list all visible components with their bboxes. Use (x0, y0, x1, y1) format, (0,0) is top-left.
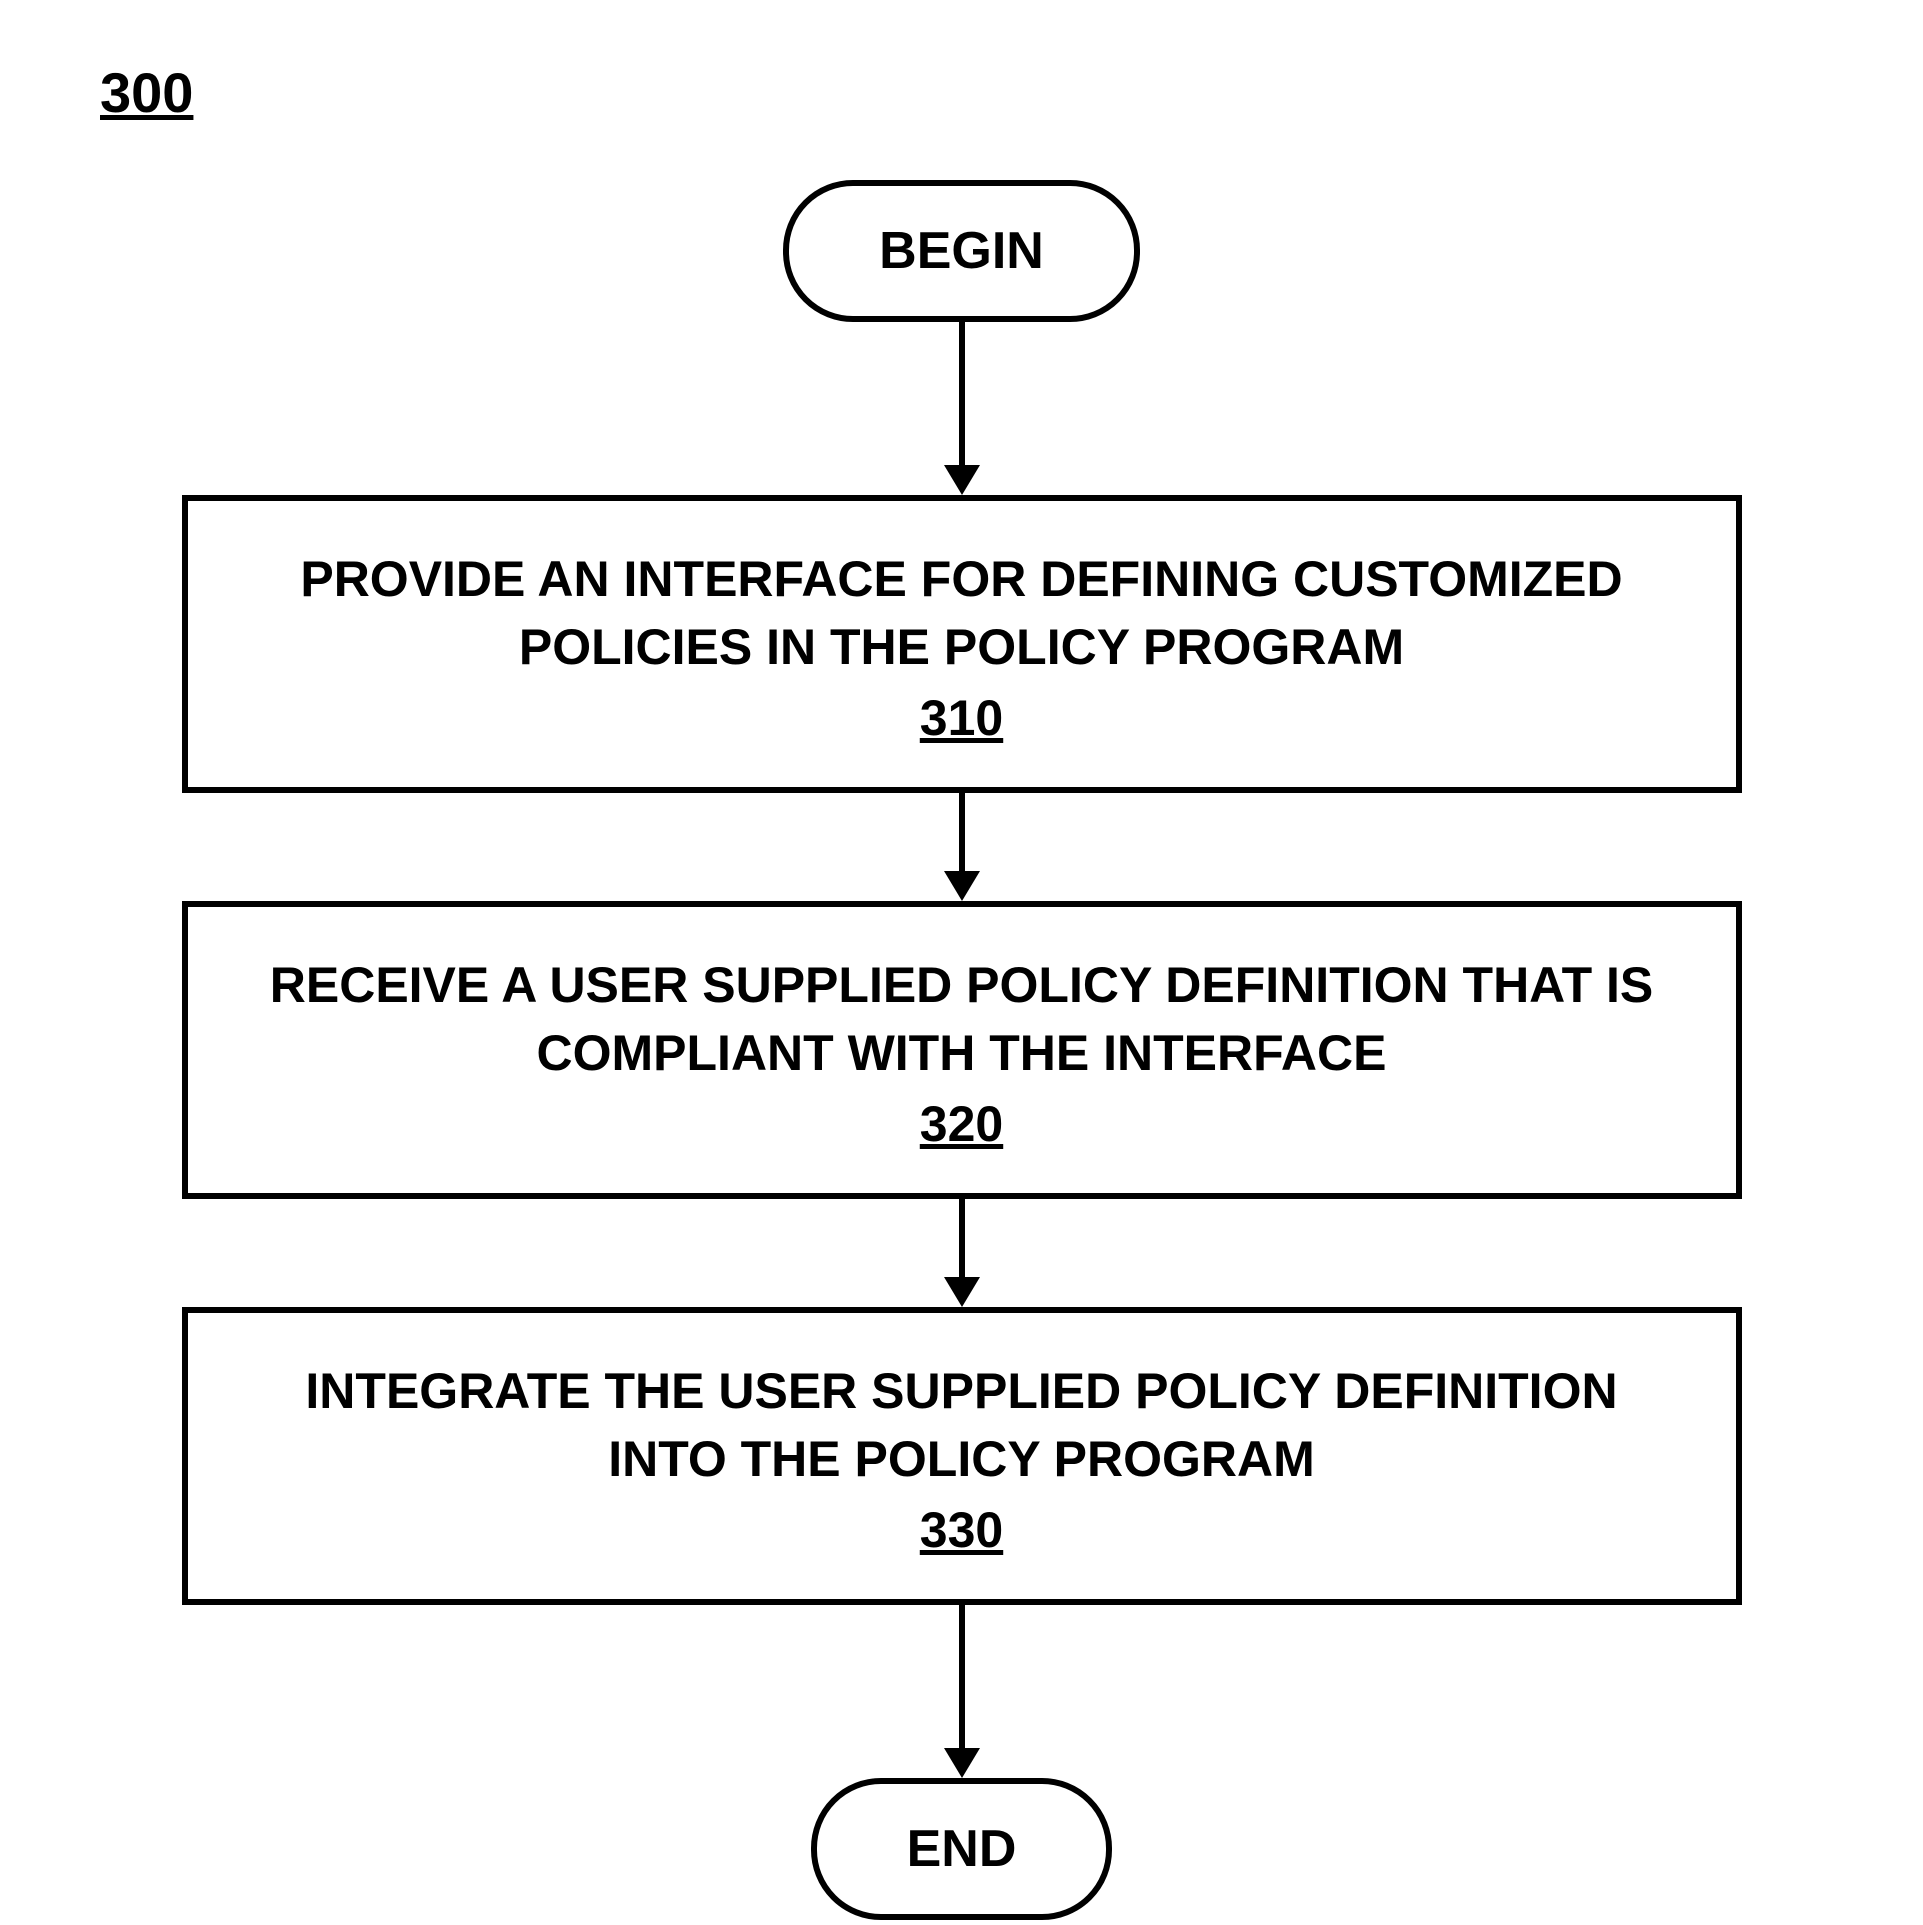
process-number: 320 (248, 1095, 1676, 1153)
process-step-320: RECEIVE A USER SUPPLIED POLICY DEFINITIO… (182, 901, 1742, 1199)
process-number: 310 (248, 689, 1676, 747)
process-text: RECEIVE A USER SUPPLIED POLICY DEFINITIO… (248, 952, 1676, 1087)
connector-1 (944, 322, 980, 495)
process-text: INTEGRATE THE USER SUPPLIED POLICY DEFIN… (248, 1358, 1676, 1493)
process-step-310: PROVIDE AN INTERFACE FOR DEFINING CUSTOM… (182, 495, 1742, 793)
arrowhead-icon (944, 871, 980, 901)
end-terminal: END (811, 1778, 1113, 1920)
connector-2 (944, 793, 980, 901)
arrowhead-icon (944, 465, 980, 495)
arrowhead-icon (944, 1748, 980, 1778)
arrowhead-icon (944, 1277, 980, 1307)
connector-line (959, 1199, 965, 1279)
process-step-330: INTEGRATE THE USER SUPPLIED POLICY DEFIN… (182, 1307, 1742, 1605)
process-number: 330 (248, 1501, 1676, 1559)
begin-terminal: BEGIN (783, 180, 1140, 322)
connector-line (959, 1605, 965, 1750)
process-text: PROVIDE AN INTERFACE FOR DEFINING CUSTOM… (248, 546, 1676, 681)
flowchart-container: BEGIN PROVIDE AN INTERFACE FOR DEFINING … (182, 180, 1742, 1920)
connector-line (959, 793, 965, 873)
connector-3 (944, 1199, 980, 1307)
connector-line (959, 322, 965, 467)
connector-4 (944, 1605, 980, 1778)
figure-number: 300 (100, 60, 193, 125)
